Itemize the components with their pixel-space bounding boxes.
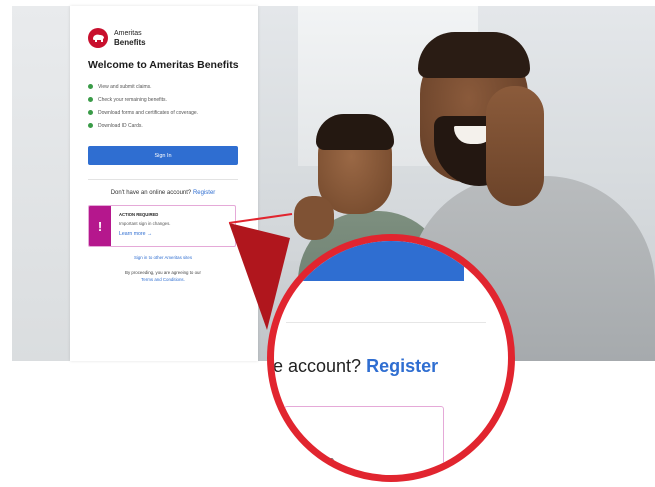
magnified-register-prompt: e account? Register [273, 356, 438, 377]
magnified-card-text: nges. [302, 453, 339, 470]
magnified-divider [286, 322, 486, 323]
magnified-action-card [284, 406, 444, 475]
magnifier-callout: e account? Register nges. [267, 234, 515, 482]
magnified-sign-in-button [274, 241, 464, 281]
magnified-prompt-text: e account? [273, 356, 362, 376]
magnified-register-link[interactable]: Register [366, 356, 438, 376]
